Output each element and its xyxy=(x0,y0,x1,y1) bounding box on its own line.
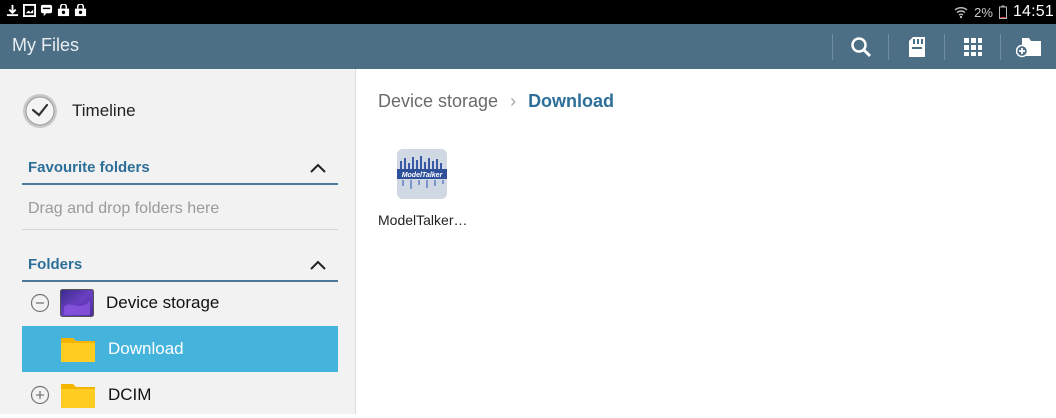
section-title: Folders xyxy=(28,256,83,273)
image-icon xyxy=(23,4,36,17)
section-title: Favourite folders xyxy=(28,159,150,176)
folder-item-device-storage[interactable]: Device storage xyxy=(22,280,338,326)
search-button[interactable] xyxy=(833,24,888,69)
folder-label: DCIM xyxy=(108,385,152,404)
create-folder-button[interactable] xyxy=(1001,24,1056,69)
divider xyxy=(22,229,338,230)
action-bar-buttons xyxy=(832,24,1056,69)
thumb-text: ModelTalker xyxy=(402,172,444,179)
chevron-up-icon[interactable] xyxy=(310,260,326,270)
notification-icons xyxy=(6,4,87,17)
app-title: My Files xyxy=(12,35,79,55)
folder-item-dcim[interactable]: DCIM xyxy=(22,372,338,418)
file-name: ModelTalker… xyxy=(378,212,468,228)
grid-view-icon xyxy=(963,37,982,56)
favourite-folders-header[interactable]: Favourite folders xyxy=(22,155,338,185)
view-mode-button[interactable] xyxy=(945,24,1000,69)
wifi-icon xyxy=(954,6,968,19)
shopping-bag-icon xyxy=(74,4,87,17)
message-icon xyxy=(40,4,53,17)
sidebar: Timeline Favourite folders Drag and drop… xyxy=(0,69,356,414)
breadcrumb-current: Download xyxy=(528,91,615,111)
clock: 14:51 xyxy=(1012,3,1054,20)
chevron-up-icon[interactable] xyxy=(310,163,326,173)
breadcrumb: Device storage › Download xyxy=(378,91,614,112)
folder-label: Device storage xyxy=(106,293,220,312)
storage-button[interactable] xyxy=(889,24,944,69)
sd-card-icon xyxy=(908,36,925,57)
collapse-icon[interactable] xyxy=(30,293,50,313)
breadcrumb-device-storage[interactable]: Device storage xyxy=(378,91,498,112)
folder-item-download[interactable]: Download xyxy=(22,326,338,372)
shopping-bag-icon xyxy=(57,4,70,17)
favourites-placeholder: Drag and drop folders here xyxy=(28,200,220,217)
battery-percent: 2% xyxy=(974,4,993,20)
folder-icon xyxy=(61,384,95,408)
battery-icon xyxy=(998,5,1007,19)
expand-icon[interactable] xyxy=(30,385,50,405)
file-thumbnail: ModelTalker xyxy=(397,149,447,199)
download-icon xyxy=(6,4,19,17)
modeltalker-logo: ModelTalker xyxy=(397,149,447,199)
clock-icon xyxy=(23,94,57,128)
folder-label: Download xyxy=(108,339,184,358)
device-storage-icon xyxy=(60,289,94,317)
action-bar: My Files xyxy=(0,24,1056,69)
timeline-label: Timeline xyxy=(72,101,136,120)
timeline-item[interactable]: Timeline xyxy=(22,89,136,133)
folder-icon xyxy=(61,338,95,362)
file-browser: Device storage › Download ModelTalker Mo… xyxy=(356,69,1056,414)
status-indicators: 2% 14:51 xyxy=(954,3,1054,21)
new-folder-icon xyxy=(1015,37,1041,57)
search-icon xyxy=(850,36,871,57)
chevron-right-icon: › xyxy=(510,91,517,111)
folders-header[interactable]: Folders xyxy=(22,252,338,282)
status-bar: 2% 14:51 xyxy=(0,0,1056,24)
